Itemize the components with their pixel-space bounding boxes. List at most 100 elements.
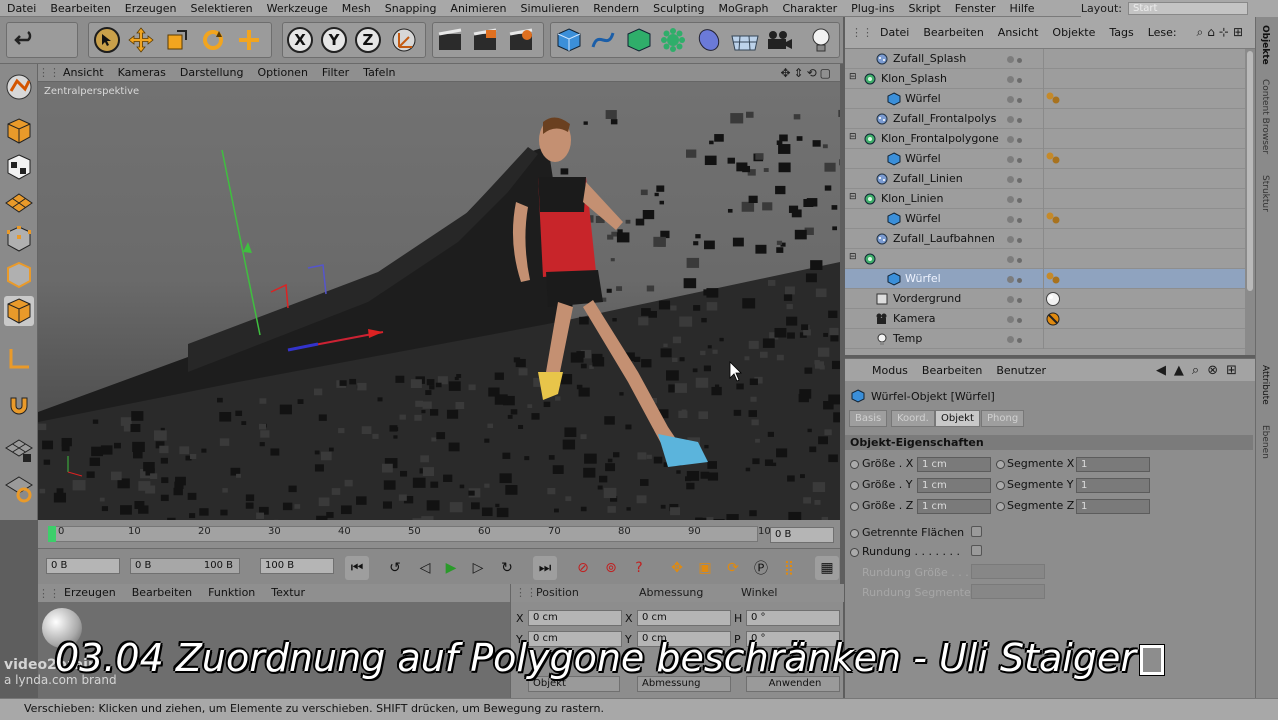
visibility-toggles[interactable] xyxy=(1007,333,1039,345)
next-frame-icon[interactable]: ▷ xyxy=(466,556,490,580)
render-view-icon[interactable] xyxy=(471,26,499,54)
tab-koord[interactable]: Koord. xyxy=(891,410,935,427)
timeline-window-icon[interactable]: ▦ xyxy=(815,556,839,580)
object-row[interactable]: Würfel xyxy=(845,209,1245,229)
current-frame-field[interactable]: 0 B xyxy=(770,527,834,543)
separate-checkbox[interactable] xyxy=(971,526,982,537)
pos-x-field[interactable]: 0 cm xyxy=(528,610,622,626)
object-row[interactable]: Temp xyxy=(845,329,1245,349)
workplane-lock-icon[interactable] xyxy=(4,436,34,466)
coord-system-icon[interactable] xyxy=(390,26,418,54)
am-menu-bearbeiten[interactable]: Bearbeiten xyxy=(915,364,989,377)
tab-objekt[interactable]: Objekt xyxy=(935,410,980,427)
visibility-toggles[interactable] xyxy=(1007,193,1039,205)
protection-tag-icon[interactable] xyxy=(1045,311,1061,327)
workplane-mode-icon[interactable] xyxy=(4,188,34,218)
menu-skript[interactable]: Skript xyxy=(902,0,948,17)
seg-y-input[interactable]: 1 xyxy=(1076,478,1150,493)
object-list-scrollbar[interactable] xyxy=(1245,49,1255,355)
seg-x-input[interactable]: 1 xyxy=(1076,457,1150,472)
rot-h-field[interactable]: 0 ° xyxy=(746,610,840,626)
menu-charakter[interactable]: Charakter xyxy=(775,0,844,17)
axis-z-icon[interactable]: Z xyxy=(354,26,382,54)
size-x-field[interactable]: 0 cm xyxy=(637,610,731,626)
viewport-menu-optionen[interactable]: Optionen xyxy=(250,64,314,82)
record-keys-icon[interactable]: ⊘ xyxy=(571,556,595,580)
size-z-radio[interactable] xyxy=(850,502,859,511)
size-x-radio[interactable] xyxy=(850,460,859,469)
prev-frame-icon[interactable]: ◁ xyxy=(413,556,437,580)
rotate-icon[interactable] xyxy=(199,26,227,54)
visibility-toggles[interactable] xyxy=(1007,133,1039,145)
key-pla-icon[interactable]: ⣿ xyxy=(777,556,801,580)
om-menu-lesezeichen[interactable]: Lese: xyxy=(1141,26,1184,39)
3d-viewport[interactable]: Zentralperspektive xyxy=(38,82,840,520)
move-plus-icon[interactable] xyxy=(235,26,263,54)
preview-range-field[interactable]: 0 B 100 B xyxy=(130,558,240,574)
mograph-icon[interactable] xyxy=(659,26,687,54)
seg-z-radio[interactable] xyxy=(996,502,1005,511)
object-row[interactable]: Kamera xyxy=(845,309,1245,329)
tab-content-browser[interactable]: Content Browser xyxy=(1260,79,1270,154)
om-menu-bearbeiten[interactable]: Bearbeiten xyxy=(916,26,990,39)
render-settings-icon[interactable] xyxy=(507,26,535,54)
menu-mesh[interactable]: Mesh xyxy=(335,0,378,17)
mat-menu-funktion[interactable]: Funktion xyxy=(200,584,263,602)
visibility-toggles[interactable] xyxy=(1007,93,1039,105)
timeline-ruler[interactable]: 0 10 20 30 40 50 60 70 80 90 10 0 B xyxy=(38,520,840,548)
menu-sculpting[interactable]: Sculpting xyxy=(646,0,711,17)
visibility-toggles[interactable] xyxy=(1007,173,1039,185)
menu-selektieren[interactable]: Selektieren xyxy=(184,0,260,17)
playhead[interactable] xyxy=(48,526,56,542)
viewport-menu-kameras[interactable]: Kameras xyxy=(111,64,173,82)
om-menu-ansicht[interactable]: Ansicht xyxy=(991,26,1046,39)
spline-icon[interactable] xyxy=(589,26,617,54)
seg-y-radio[interactable] xyxy=(996,481,1005,490)
play-icon[interactable]: ▶ xyxy=(439,556,463,580)
layout-select[interactable]: Start xyxy=(1128,2,1248,15)
scrollbar-thumb[interactable] xyxy=(1247,51,1253,291)
mat-menu-bearbeiten[interactable]: Bearbeiten xyxy=(124,584,200,602)
key-scale-icon[interactable]: ▣ xyxy=(693,556,717,580)
axis-x-icon[interactable]: X xyxy=(286,26,314,54)
viewport-menu-darstellung[interactable]: Darstellung xyxy=(173,64,251,82)
axis-mode-icon[interactable] xyxy=(4,344,34,374)
object-mode-icon[interactable] xyxy=(4,116,34,146)
tab-basis[interactable]: Basis xyxy=(849,410,888,427)
object-row[interactable]: Zufall_Linien xyxy=(845,169,1245,189)
expand-toggle-icon[interactable]: ⊟ xyxy=(849,72,857,82)
go-to-start-icon[interactable]: ⏮ xyxy=(345,556,369,580)
keyframe-selection-icon[interactable]: ? xyxy=(627,556,651,580)
move-icon[interactable] xyxy=(127,26,155,54)
material-tag-icon[interactable] xyxy=(1045,271,1063,287)
object-row[interactable]: Zufall_Laufbahnen xyxy=(845,229,1245,249)
menu-mograph[interactable]: MoGraph xyxy=(712,0,776,17)
visibility-toggles[interactable] xyxy=(1007,53,1039,65)
object-row[interactable]: ⊟ Klon_Frontalpolygone xyxy=(845,129,1245,149)
render-region-icon[interactable] xyxy=(436,26,464,54)
size-z-input[interactable]: 1 cm xyxy=(917,499,991,514)
om-menu-datei[interactable]: Datei xyxy=(873,26,916,39)
object-row[interactable]: Zufall_Frontalpolys xyxy=(845,109,1245,129)
end-frame-field[interactable]: 100 B xyxy=(260,558,334,574)
om-menu-objekte[interactable]: Objekte xyxy=(1045,26,1102,39)
menu-plugins[interactable]: Plug-ins xyxy=(844,0,901,17)
object-row[interactable]: ⊟ Klon_Linien xyxy=(845,189,1245,209)
menu-fenster[interactable]: Fenster xyxy=(948,0,1003,17)
size-y-input[interactable]: 1 cm xyxy=(917,478,991,493)
undo-icon[interactable] xyxy=(11,26,39,54)
tab-phong[interactable]: Phong xyxy=(981,410,1025,427)
mat-menu-textur[interactable]: Textur xyxy=(263,584,313,602)
workplane-rotate-icon[interactable] xyxy=(4,474,34,504)
menu-hilfe[interactable]: Hilfe xyxy=(1003,0,1042,17)
size-y-radio[interactable] xyxy=(850,481,859,490)
menu-erzeugen[interactable]: Erzeugen xyxy=(118,0,184,17)
am-nav-icons[interactable]: ◀▲⌕⊗⊞ xyxy=(1156,363,1245,378)
viewport-nav-icons[interactable]: ✥⇕⟲▢ xyxy=(780,66,834,80)
light-icon[interactable] xyxy=(807,26,835,54)
object-row[interactable]: Zufall_Splash xyxy=(845,49,1245,69)
model-mode-icon[interactable] xyxy=(4,72,34,102)
visibility-toggles[interactable] xyxy=(1007,73,1039,85)
scale-icon[interactable] xyxy=(163,26,191,54)
texture-mode-icon[interactable] xyxy=(4,152,34,182)
